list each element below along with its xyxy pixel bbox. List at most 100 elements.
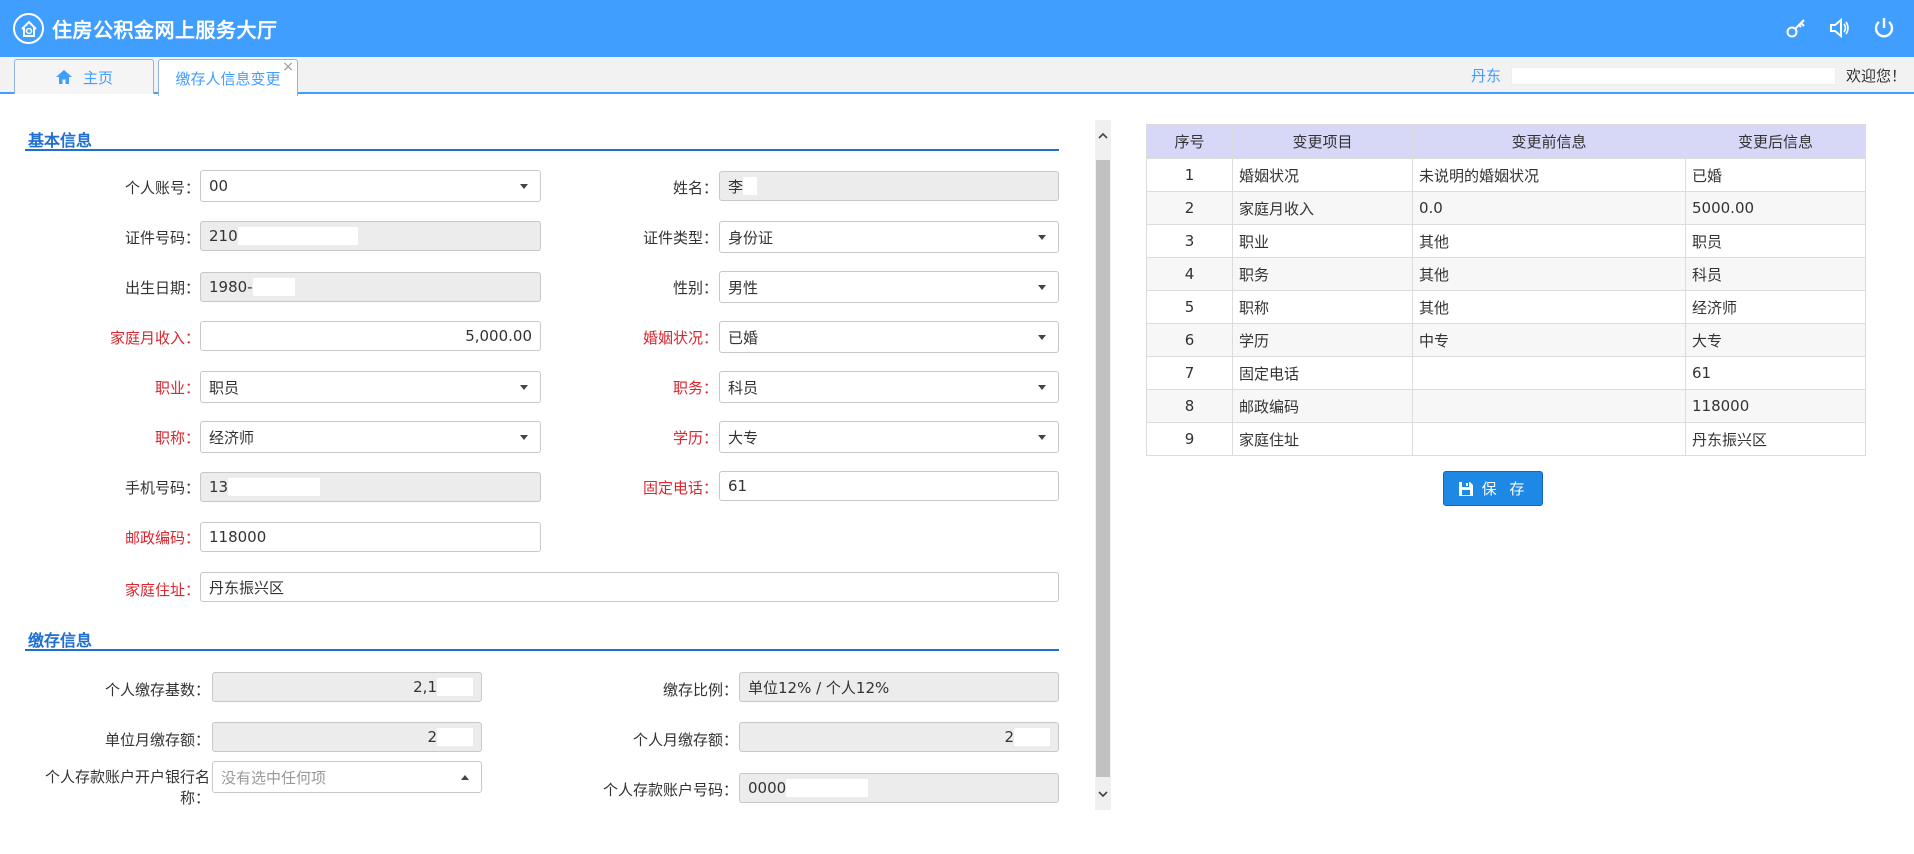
deposit-ratio-value: 单位12% / 个人12%	[748, 678, 890, 697]
unit-monthly-label: 单位月缴存额：	[104, 731, 210, 749]
table-cell: 其他	[1412, 257, 1686, 291]
table-cell: 4	[1146, 257, 1233, 291]
phone-new-value: 61	[1692, 363, 1712, 382]
table-cell: 家庭住址	[1232, 422, 1413, 456]
tab-home-label: 主页	[82, 68, 113, 87]
account-label: 个人账号：	[124, 179, 200, 197]
table-cell: 邮政编码	[1232, 389, 1413, 423]
personal-monthly-label: 个人月缴存额：	[632, 731, 738, 749]
marital-select[interactable]: 已婚	[719, 321, 1059, 353]
table-row: 4 职务 其他 科员	[1146, 257, 1866, 291]
table-cell: 家庭月收入	[1232, 191, 1413, 225]
birth-value: 1980-	[209, 278, 253, 296]
tab-info-change[interactable]: 缴存人信息变更 ×	[158, 59, 298, 96]
occupation-label: 职业：	[154, 379, 200, 397]
house-logo-icon	[13, 13, 44, 44]
floppy-disk-icon	[1458, 481, 1473, 496]
unit-monthly-value: 2	[427, 728, 437, 746]
scroll-thumb[interactable]	[1096, 160, 1110, 777]
deposit-base-value: 2,1	[413, 678, 437, 696]
table-cell: 5	[1146, 290, 1233, 324]
table-cell	[1412, 422, 1686, 456]
close-icon[interactable]: ×	[282, 59, 294, 75]
table-cell: 已婚	[1685, 158, 1866, 192]
tab-home[interactable]: 主页	[14, 59, 154, 94]
education-label: 学历：	[672, 429, 718, 447]
phone-label: 固定电话：	[642, 479, 718, 497]
gender-value: 男性	[728, 278, 759, 297]
mobile-field: 13	[200, 472, 541, 502]
table-cell: 婚姻状况	[1232, 158, 1413, 192]
table-cell: 丹东振兴区	[1685, 422, 1866, 456]
gender-label: 性别：	[672, 279, 718, 297]
occupation-select[interactable]: 职员	[200, 371, 541, 403]
phone-input[interactable]: 61	[719, 471, 1059, 501]
table-cell: 6	[1146, 323, 1233, 357]
power-icon[interactable]	[1870, 14, 1898, 42]
col-header: 变更前信息	[1412, 124, 1686, 159]
speaker-icon[interactable]	[1826, 14, 1854, 42]
table-cell	[1412, 356, 1686, 390]
id-type-select[interactable]: 身份证	[719, 221, 1059, 253]
table-cell: 8	[1146, 389, 1233, 423]
postcode-label: 邮政编码：	[124, 529, 200, 547]
table-row: 8 邮政编码 118000	[1146, 389, 1866, 423]
income-value: 5,000.00	[465, 327, 532, 345]
table-cell: 61	[1685, 356, 1866, 390]
table-cell: 中专	[1412, 323, 1686, 357]
address-label: 家庭住址：	[124, 581, 200, 599]
bank-name-select[interactable]: 没有选中任何项	[212, 761, 482, 793]
account-select[interactable]: 00	[200, 170, 541, 202]
form-scrollbar[interactable]	[1095, 120, 1111, 810]
table-cell: 学历	[1232, 323, 1413, 357]
top-header: 住房公积金网上服务大厅	[0, 0, 1914, 57]
table-row: 2 家庭月收入 0.0 5000.00	[1146, 191, 1866, 225]
position-select[interactable]: 科员	[719, 371, 1059, 403]
tab-info-change-label: 缴存人信息变更	[175, 69, 281, 88]
app-title: 住房公积金网上服务大厅	[52, 18, 278, 42]
table-cell: 职业	[1232, 224, 1413, 258]
personal-monthly-value: 2	[1004, 728, 1014, 746]
address-value: 丹东振兴区	[209, 578, 285, 597]
id-type-value: 身份证	[728, 228, 774, 247]
income-input[interactable]: 5,000.00	[200, 321, 541, 351]
gender-select[interactable]: 男性	[719, 271, 1059, 303]
mobile-label: 手机号码：	[124, 479, 200, 497]
col-header: 序号	[1146, 124, 1233, 159]
id-number-value: 210	[209, 227, 238, 245]
section-deposit-info: 缴存信息	[28, 631, 93, 650]
name-field: 李	[719, 171, 1059, 201]
name-value: 李	[728, 177, 744, 196]
scroll-down-icon[interactable]	[1095, 784, 1111, 804]
deposit-base-field: 2,1	[212, 672, 482, 702]
table-cell: 其他	[1412, 290, 1686, 324]
table-row: 6 学历 中专 大专	[1146, 323, 1866, 357]
position-value: 科员	[728, 378, 759, 397]
save-button-label: 保 存	[1481, 480, 1529, 498]
address-input[interactable]: 丹东振兴区	[200, 572, 1059, 602]
birth-label: 出生日期：	[124, 279, 200, 297]
education-select[interactable]: 大专	[719, 421, 1059, 453]
personal-monthly-field: 2	[739, 722, 1059, 752]
save-button[interactable]: 保 存	[1443, 471, 1543, 506]
mobile-value: 13	[209, 478, 229, 496]
section-divider	[25, 149, 1059, 151]
title-select[interactable]: 经济师	[200, 421, 541, 453]
change-table: 序号 变更项目 变更前信息 变更后信息 1 婚姻状况 未说明的婚姻状况 已婚 2…	[1146, 124, 1866, 456]
key-icon[interactable]	[1782, 14, 1810, 42]
form-panel	[12, 115, 1109, 813]
phone-value: 61	[728, 477, 748, 495]
education-value: 大专	[728, 428, 759, 447]
table-row: 1 婚姻状况 未说明的婚姻状况 已婚	[1146, 158, 1866, 192]
table-cell: 9	[1146, 422, 1233, 456]
title-value: 经济师	[209, 428, 255, 447]
table-cell: 未说明的婚姻状况	[1412, 158, 1686, 192]
table-cell: 0.0	[1412, 191, 1686, 225]
postcode-input[interactable]: 118000	[200, 522, 541, 552]
table-cell: 2	[1146, 191, 1233, 225]
section-basic-info: 基本信息	[28, 131, 93, 150]
scroll-up-icon[interactable]	[1095, 126, 1111, 146]
table-header-row: 序号 变更项目 变更前信息 变更后信息	[1146, 124, 1866, 159]
table-cell	[1412, 389, 1686, 423]
table-row: 7 固定电话 61	[1146, 356, 1866, 390]
